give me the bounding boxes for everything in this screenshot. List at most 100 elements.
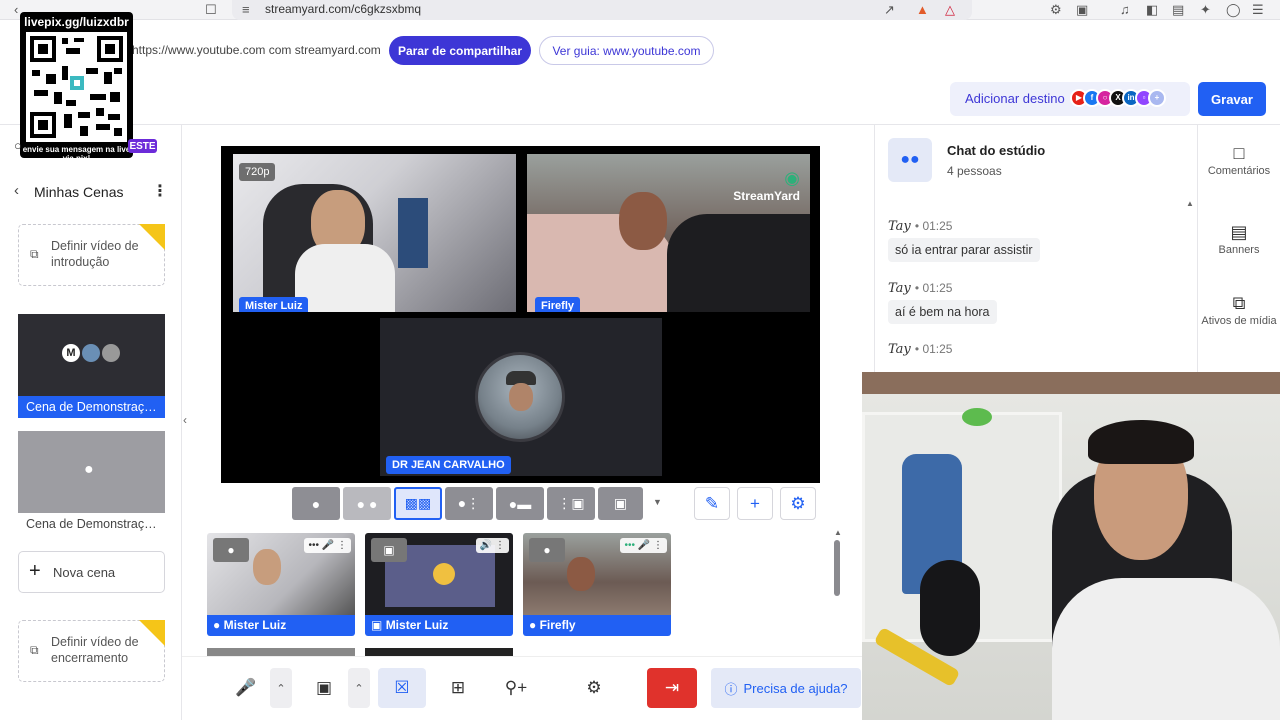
add-person-icon: ⚲+ [504,678,528,697]
settings-button[interactable]: ⚙ [573,668,615,708]
participant-controls[interactable]: 🔊 ⋮ [475,538,509,553]
backstage-name: ● Firefly [523,615,671,636]
participant-tile[interactable]: ◉ StreamYard Firefly [527,154,810,312]
view-tab-button[interactable]: Ver guia: www.youtube.com [539,36,714,65]
camera-options-button[interactable]: ⌃ [348,668,370,708]
name-tag: DR JEAN CARVALHO [386,456,511,474]
layout-side-by-side-button[interactable]: ● ● [343,487,391,520]
record-button[interactable]: Gravar [1198,82,1266,116]
menu-icon[interactable]: ☰ [1252,2,1264,18]
circle-icon: ○ [14,138,22,153]
media-assets-tab[interactable]: ⧉ Ativos de mídia [1200,294,1278,328]
add-destination-label: Adicionar destino [965,91,1065,106]
layout-fullscreen-button[interactable]: ▣ [598,487,643,520]
stage-settings-button[interactable]: ⚙ [780,487,816,520]
participant-controls[interactable]: ••• 🎤 ⋮ [304,538,351,553]
participant-controls[interactable]: ••• 🎤 ⋮ [620,538,667,553]
help-button[interactable]: ⓘ Precisa de ajuda? [711,668,861,708]
banners-tab[interactable]: ▤ Banners [1200,222,1278,257]
mic-options-button[interactable]: ⌃ [270,668,292,708]
comments-tab[interactable]: □ Comentários [1200,143,1278,178]
plus-icon: + [1148,89,1166,107]
brave-rewards-icon[interactable]: △ [945,2,955,18]
person-icon: ● [311,495,321,512]
chat-author: Tay [888,342,911,357]
back-icon[interactable]: ‹ [14,2,18,17]
layout-more-chevron-icon[interactable]: ▼ [653,497,662,507]
present-button[interactable]: ⊞ [437,668,479,708]
participant-tile[interactable]: 720p Mister Luiz [233,154,516,312]
intro-video-card[interactable]: ⧉ Definir vídeo de introdução [18,224,165,286]
leave-studio-button[interactable]: ⇥ [647,668,697,708]
watermark-text: StreamYard [733,189,800,203]
vpn-icon[interactable]: ◯ [1226,2,1241,18]
new-scene-button[interactable]: + Nova cena [18,551,165,593]
outro-video-card[interactable]: ⧉ Definir vídeo de encerramento [18,620,165,682]
scenes-title: Minhas Cenas [34,184,124,200]
layout-solo-button[interactable]: ● [292,487,340,520]
layout-screen-button[interactable]: ●▬ [496,487,544,520]
banner-icon: ▤ [1230,222,1248,242]
wallet-icon[interactable]: ▤ [1172,2,1184,18]
layout-group-button[interactable]: ▩▩ [394,487,442,520]
backstage-thumbnail: ● ••• 🎤 ⋮ [523,533,671,615]
scene-card-1[interactable]: M Cena de Demonstraç… [18,314,165,418]
participant-tile[interactable]: DR JEAN CARVALHO [380,318,662,476]
video-icon: ⧉ [30,247,39,261]
layout-sidebar-button[interactable]: ●⋮ [445,487,493,520]
close-screen-icon: ☒ [394,678,410,697]
add-to-stage-icon[interactable]: ● [529,538,565,562]
backstage-thumbnail: ● ••• 🎤 ⋮ [207,533,355,615]
add-button[interactable]: + [737,487,773,520]
backstage-card[interactable]: ▣ 🔊 ⋮ ▣ Mister Luiz [365,533,513,636]
test-badge: ESTE [128,139,157,153]
screen-layout-icon: ●▬ [508,495,532,512]
avatar [82,344,100,362]
streamyard-watermark: ◉ StreamYard [733,168,800,203]
stop-sharing-button[interactable]: Parar de compartilhar [389,36,531,65]
person-icon: ● [529,618,537,632]
add-media-icon: ⊞ [450,678,466,697]
brave-shield-icon[interactable]: ▲ [916,2,929,17]
layout-pip-button[interactable]: ⋮▣ [547,487,595,520]
mic-button[interactable]: 🎤 [225,668,267,708]
stop-screen-share-button[interactable]: ☒ [378,668,426,708]
comment-icon: □ [1233,143,1245,163]
scene-card-2[interactable]: ● Cena de Demonstraç… [18,431,165,535]
edit-button[interactable]: ✎ [694,487,730,520]
qr-caption: envie sua mensagem na live via pix! [22,145,131,163]
tab-capture-icon[interactable]: ▣ [1076,2,1088,18]
backstage-scrollbar[interactable] [834,540,840,596]
chat-message-meta: Tay • 01:25 [888,342,953,357]
avatar: M [62,344,80,362]
sidebar-icon[interactable]: ◧ [1146,2,1158,18]
more-options-icon[interactable]: ⋮ [152,181,168,201]
chat-scroll-up-icon[interactable]: ▲ [1186,199,1194,208]
backstage-name: ▣ Mister Luiz [365,615,513,636]
scroll-up-icon[interactable]: ▲ [834,528,842,537]
music-icon[interactable]: ♫ [1120,2,1130,17]
new-scene-label: Nova cena [53,565,116,580]
camera-button[interactable]: ▣ [303,668,345,708]
scene-thumbnail: ● [18,431,165,513]
extensions-icon[interactable]: ⚙ [1050,2,1062,18]
scene-label: Cena de Demonstraç… [18,513,165,535]
url-text[interactable]: streamyard.com/c6gkzsxbmq [265,2,421,16]
group-icon: ▩▩ [404,495,432,511]
backstage-card[interactable]: ● ••• 🎤 ⋮ ● Firefly [523,533,671,636]
avatar [102,344,120,362]
back-chevron-icon[interactable]: ‹ [14,182,19,199]
collapse-sidebar-icon[interactable]: ‹ [183,413,187,427]
leo-icon[interactable]: ✦ [1200,2,1211,18]
screen-icon[interactable]: ▣ [371,538,407,562]
share-icon[interactable]: ↗ [884,2,895,18]
bookmark-icon[interactable]: ☐ [205,2,217,18]
chat-author: Tay [888,219,911,234]
face-shape [567,557,595,591]
help-label: Precisa de ajuda? [743,680,848,696]
invite-button[interactable]: ⚲+ [495,668,537,708]
site-settings-icon[interactable]: ≡ [242,2,250,17]
add-to-stage-icon[interactable]: ● [213,538,249,562]
backstage-card[interactable]: ● ••• 🎤 ⋮ ● Mister Luiz [207,533,355,636]
exit-icon: ⇥ [664,678,680,697]
